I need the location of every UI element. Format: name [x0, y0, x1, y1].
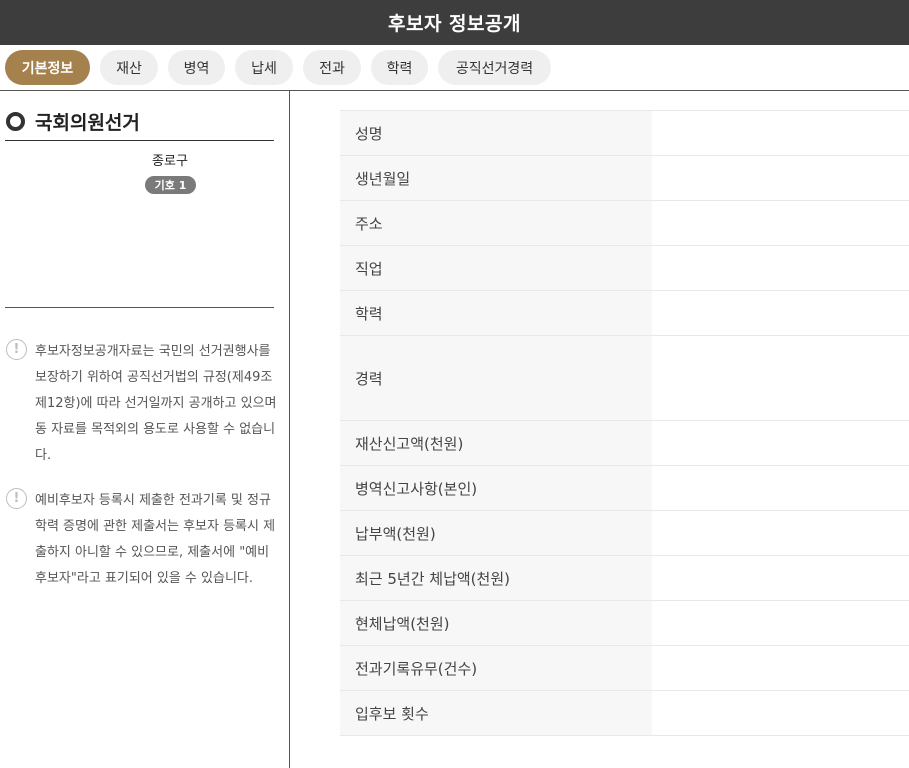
table-row: 현체납액(천원): [340, 601, 909, 646]
tab-military[interactable]: 병역: [168, 50, 225, 85]
row-label: 성명: [340, 111, 652, 155]
tab-property[interactable]: 재산: [100, 50, 158, 85]
row-value: [652, 646, 909, 690]
tab-bar: 기본정보 재산 병역 납세 전과 학력 공직선거경력: [0, 45, 909, 91]
row-label: 입후보 횟수: [340, 691, 652, 735]
row-label: 병역신고사항(본인): [340, 466, 652, 510]
election-title: 국회의원선거: [6, 108, 140, 135]
table-row: 최근 5년간 체납액(천원): [340, 556, 909, 601]
table-row: 생년월일: [340, 156, 909, 201]
row-label: 생년월일: [340, 156, 652, 200]
tab-tax[interactable]: 납세: [235, 50, 293, 85]
divider: [5, 140, 274, 141]
tab-basic-info[interactable]: 기본정보: [5, 50, 90, 85]
exclamation-icon: !: [6, 488, 27, 509]
tab-criminal-record[interactable]: 전과: [303, 50, 361, 85]
row-value: [652, 556, 909, 600]
row-value: [652, 336, 909, 420]
row-label: 주소: [340, 201, 652, 245]
tab-election-history[interactable]: 공직선거경력: [438, 50, 551, 85]
table-row: 성명: [340, 111, 909, 156]
row-value: [652, 466, 909, 510]
row-label: 현체납액(천원): [340, 601, 652, 645]
table-row: 입후보 횟수: [340, 691, 909, 736]
table-row: 경력: [340, 336, 909, 421]
row-value: [652, 291, 909, 335]
row-label: 경력: [340, 336, 652, 420]
row-value: [652, 246, 909, 290]
row-value: [652, 601, 909, 645]
row-value: [652, 691, 909, 735]
row-label: 납부액(천원): [340, 511, 652, 555]
table-row: 직업: [340, 246, 909, 291]
row-label: 전과기록유무(건수): [340, 646, 652, 690]
notice-text: 후보자정보공개자료는 국민의 선거권행사를 보장하기 위하여 공직선거법의 규정…: [35, 344, 277, 463]
row-label: 학력: [340, 291, 652, 335]
table-row: 주소: [340, 201, 909, 246]
table-row: 병역신고사항(본인): [340, 466, 909, 511]
page-title: 후보자 정보공개: [388, 13, 521, 35]
row-label: 최근 5년간 체납액(천원): [340, 556, 652, 600]
candidate-info-panel: 성명 생년월일 주소 직업 학력 경력 재산신고액(천원) 병역신고사항(본인)…: [290, 91, 909, 768]
row-value: [652, 156, 909, 200]
row-value: [652, 201, 909, 245]
table-row: 전과기록유무(건수): [340, 646, 909, 691]
page-header: 후보자 정보공개: [0, 0, 909, 45]
notice-text: 예비후보자 등록시 제출한 전과기록 및 정규학력 증명에 관한 제출서는 후보…: [35, 493, 276, 586]
row-label: 재산신고액(천원): [340, 421, 652, 465]
row-label: 직업: [340, 246, 652, 290]
tab-education[interactable]: 학력: [371, 50, 428, 85]
row-value: [652, 511, 909, 555]
row-value: [652, 111, 909, 155]
row-value: [652, 421, 909, 465]
table-row: 학력: [340, 291, 909, 336]
divider: [5, 307, 274, 308]
info-table: 성명 생년월일 주소 직업 학력 경력 재산신고액(천원) 병역신고사항(본인)…: [340, 110, 909, 736]
circle-icon: [6, 112, 25, 131]
table-row: 납부액(천원): [340, 511, 909, 556]
candidate-sidebar: 국회의원선거 종로구 기호 1 ! 후보자정보공개자료는 국민의 선거권행사를 …: [0, 91, 290, 768]
table-row: 재산신고액(천원): [340, 421, 909, 466]
ballot-number-badge: 기호 1: [145, 176, 196, 194]
exclamation-icon: !: [6, 339, 27, 360]
district-name: 종로구: [152, 154, 188, 169]
